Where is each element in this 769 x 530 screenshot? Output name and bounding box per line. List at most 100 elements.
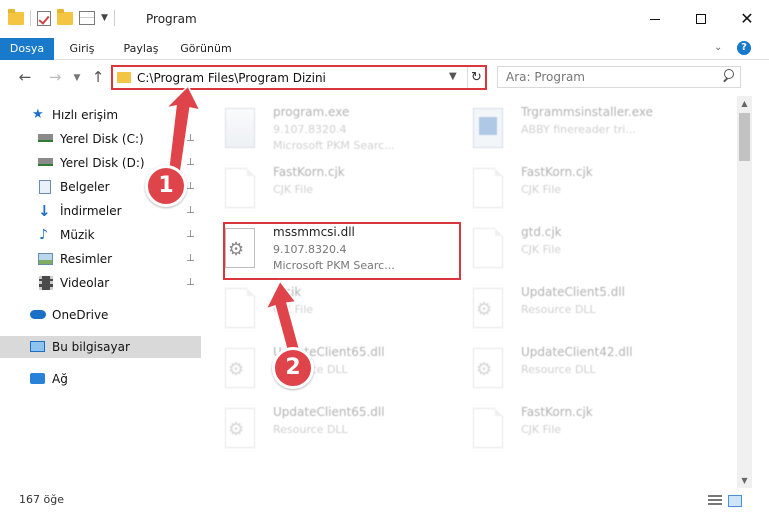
sidebar-item-music[interactable]: ♪ Müzik ⊥ <box>0 224 201 246</box>
disk-icon <box>38 158 53 166</box>
file-item[interactable]: Trgrammsinstaller.exe ABBY finereader tr… <box>451 104 691 160</box>
help-icon[interactable]: ? <box>737 41 751 55</box>
file-item[interactable]: program.exe 9.107.8320.4 Microsoft PKM S… <box>203 104 443 160</box>
ribbon-tabs: Dosya Giriş Paylaş Görünüm ⌄ ? <box>0 38 769 94</box>
expand-ribbon-icon[interactable]: ⌄ <box>714 42 722 53</box>
documents-icon <box>39 180 51 194</box>
file-type: Resource DLL <box>521 363 596 376</box>
pin-icon[interactable]: ⊥ <box>186 157 195 168</box>
dll-gear-icon <box>473 288 503 328</box>
minimize-icon <box>650 18 660 20</box>
sidebar-item-network[interactable]: Ağ <box>0 368 201 390</box>
videos-icon <box>39 276 53 290</box>
file-item[interactable]: UpdateClient65.dll Resource DLL <box>203 344 443 400</box>
file-icon <box>473 168 503 208</box>
scroll-thumb[interactable] <box>739 113 750 161</box>
scroll-down-icon[interactable]: ▼ <box>737 473 752 488</box>
file-name: gtd.cjk <box>521 225 562 239</box>
file-item[interactable]: ...cjk CJK File <box>203 284 443 340</box>
file-item[interactable]: UpdateClient5.dll Resource DLL <box>451 284 691 340</box>
dll-gear-icon <box>225 408 255 448</box>
file-item[interactable]: UpdateClient42.dll Resource DLL <box>451 344 691 400</box>
sidebar-item-disk-c[interactable]: Yerel Disk (C:) ⊥ <box>0 128 201 150</box>
file-name: FastKorn.cjk <box>273 165 345 179</box>
dll-gear-icon <box>473 348 503 388</box>
sidebar-item-pictures[interactable]: Resimler ⊥ <box>0 248 201 270</box>
toolbar-separator <box>113 10 115 26</box>
title-bar: ▼ Program ✕ <box>0 0 769 38</box>
details-view-icon[interactable] <box>708 495 722 507</box>
tab-view[interactable]: Görünüm <box>176 38 236 60</box>
network-icon <box>30 373 45 384</box>
music-icon: ♪ <box>39 227 48 243</box>
maximize-button[interactable] <box>678 0 724 38</box>
up-arrow-icon[interactable]: ↑ <box>89 68 107 86</box>
file-list: program.exe 9.107.8320.4 Microsoft PKM S… <box>203 96 737 484</box>
forward-arrow-icon[interactable]: → <box>46 68 64 86</box>
view-options-icon[interactable] <box>79 11 95 25</box>
new-folder-icon[interactable] <box>57 8 73 25</box>
downloads-icon: ↓ <box>38 202 51 220</box>
sidebar-item-label: Bu bilgisayar <box>52 340 130 354</box>
step-badge-1: 1 <box>145 165 187 207</box>
properties-check-icon[interactable] <box>37 10 51 26</box>
recent-locations-icon[interactable]: ▼ <box>68 73 86 83</box>
qat-dropdown-icon[interactable]: ▼ <box>101 13 108 23</box>
large-icons-view-icon[interactable] <box>728 495 742 507</box>
minimize-button[interactable] <box>632 0 678 38</box>
tab-share[interactable]: Paylaş <box>118 38 164 60</box>
sidebar-item-this-pc[interactable]: Bu bilgisayar <box>0 336 201 358</box>
search-input[interactable]: Ara: Program <box>506 70 585 84</box>
close-icon: ✕ <box>740 9 754 28</box>
file-type: CJK File <box>521 183 562 196</box>
onedrive-icon <box>30 310 46 319</box>
sidebar-item-label: Ağ <box>52 372 68 386</box>
pin-icon[interactable]: ⊥ <box>186 181 195 192</box>
file-item[interactable]: gtd.cjk CJK File <box>451 224 691 280</box>
pin-icon[interactable]: ⊥ <box>186 133 195 144</box>
disk-icon <box>38 134 53 142</box>
sidebar-item-onedrive[interactable]: OneDrive <box>0 304 201 326</box>
file-item[interactable]: FastKorn.cjk CJK File <box>451 404 691 460</box>
pin-icon[interactable]: ⊥ <box>186 205 195 216</box>
scroll-up-icon[interactable]: ▲ <box>737 96 752 111</box>
file-description: ABBY finereader tri... <box>521 123 636 136</box>
vertical-scrollbar[interactable]: ▲ ▼ <box>737 96 752 488</box>
address-dropdown-icon[interactable]: ▼ <box>449 71 457 82</box>
file-icon <box>225 168 255 208</box>
computer-icon <box>30 341 45 352</box>
refresh-icon[interactable]: ↻ <box>467 67 485 88</box>
address-path[interactable]: C:\Program Files\Program Dizini <box>137 71 326 85</box>
file-name: FastKorn.cjk <box>521 165 593 179</box>
navigation-pane: ★ Hızlı erişim Yerel Disk (C:) ⊥ Yerel D… <box>0 96 201 484</box>
installer-icon <box>473 108 503 148</box>
sidebar-item-videos[interactable]: Videolar ⊥ <box>0 272 201 294</box>
sidebar-item-label: OneDrive <box>52 308 109 322</box>
file-item[interactable]: FastKorn.cjk CJK File <box>451 164 691 220</box>
file-name: ...cjk <box>273 285 302 299</box>
search-icon[interactable] <box>722 69 734 81</box>
toolbar-separator <box>30 10 31 26</box>
file-highlight-box <box>223 222 461 280</box>
pin-icon[interactable]: ⊥ <box>186 277 195 288</box>
close-button[interactable]: ✕ <box>724 0 769 38</box>
file-type: CJK File <box>521 423 562 436</box>
file-version: 9.107.8320.4 <box>273 123 347 136</box>
pin-icon[interactable]: ⊥ <box>186 253 195 264</box>
tab-home[interactable]: Giriş <box>62 38 102 60</box>
back-arrow-icon[interactable]: ← <box>16 68 34 86</box>
address-bar[interactable]: C:\Program Files\Program Dizini ▼ ↻ <box>111 65 487 90</box>
file-item[interactable]: UpdateClient65.dll Resource DLL <box>203 404 443 460</box>
sidebar-item-quick-access[interactable]: ★ Hızlı erişim <box>0 104 201 126</box>
star-icon: ★ <box>32 107 44 122</box>
pin-icon[interactable]: ⊥ <box>186 229 195 240</box>
file-icon <box>225 288 255 328</box>
search-box[interactable]: Ara: Program <box>497 66 741 88</box>
quick-access-toolbar: ▼ <box>8 8 115 26</box>
file-type: Resource DLL <box>521 303 596 316</box>
sidebar-item-label: Videolar <box>60 276 110 290</box>
folder-icon <box>117 72 131 83</box>
file-item[interactable]: FastKorn.cjk CJK File <box>203 164 443 220</box>
folder-icon[interactable] <box>8 8 24 25</box>
file-type: CJK File <box>273 303 314 316</box>
